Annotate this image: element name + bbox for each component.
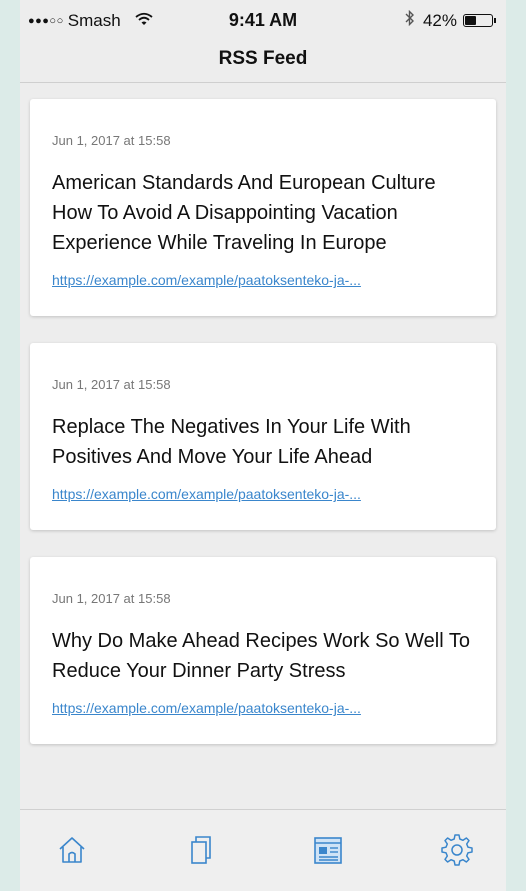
feed-card[interactable]: Jun 1, 2017 at 15:58 Why Do Make Ahead R… [30, 557, 496, 744]
phone-screen: ●●●○○ Smash 9:41 AM 42% RSS Feed Jun 1, … [20, 0, 506, 891]
tab-copy[interactable] [184, 834, 216, 866]
card-title: American Standards And European Culture … [52, 172, 436, 254]
tab-news[interactable] [312, 834, 344, 866]
card-date: Jun 1, 2017 at 15:58 [52, 133, 171, 148]
bluetooth-icon [405, 9, 415, 31]
tab-bar [20, 809, 506, 891]
tab-settings[interactable] [441, 834, 473, 866]
navigation-bar: RSS Feed [20, 40, 506, 83]
feed-card[interactable]: Jun 1, 2017 at 15:58 Replace The Negativ… [30, 343, 496, 530]
battery-icon [463, 14, 493, 27]
battery-percent: 42% [422, 10, 457, 30]
card-title: Replace The Negatives In Your Life With … [52, 416, 411, 468]
battery-level [465, 16, 476, 25]
gear-icon [441, 834, 473, 866]
newspaper-icon [314, 837, 342, 864]
copy-icon [191, 836, 211, 864]
card-title: Why Do Make Ahead Recipes Work So Well T… [52, 630, 470, 682]
feed-card[interactable]: Jun 1, 2017 at 15:58 American Standards … [30, 99, 496, 316]
battery-tip [494, 18, 496, 23]
card-date: Jun 1, 2017 at 15:58 [52, 377, 171, 392]
card-link[interactable]: https://example.com/example/paatoksentek… [52, 486, 474, 502]
home-icon [59, 837, 85, 863]
tab-home[interactable] [56, 834, 88, 866]
status-bar: ●●●○○ Smash 9:41 AM 42% [20, 0, 506, 40]
status-right: 42% [405, 9, 496, 31]
page-title: RSS Feed [218, 48, 308, 69]
card-link[interactable]: https://example.com/example/paatoksentek… [52, 272, 474, 288]
card-date: Jun 1, 2017 at 15:58 [52, 591, 171, 606]
feed-list: Jun 1, 2017 at 15:58 American Standards … [30, 99, 496, 771]
card-link[interactable]: https://example.com/example/paatoksentek… [52, 700, 474, 716]
